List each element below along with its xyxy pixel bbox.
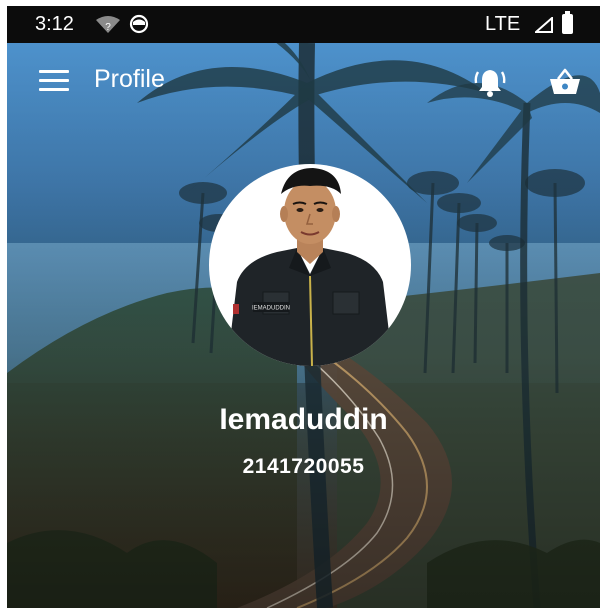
hamburger-menu-icon[interactable] <box>39 70 69 92</box>
signal-icon <box>533 15 553 38</box>
profile-name: Iemaduddin <box>219 403 388 436</box>
profile-id: 2141720055 <box>242 455 365 478</box>
status-bar: 3:12 ? LTE <box>7 6 600 43</box>
page-title: Profile <box>94 65 165 93</box>
basket-icon[interactable] <box>549 68 581 101</box>
status-time: 3:12 <box>35 13 74 35</box>
svg-text:?: ? <box>105 22 111 33</box>
wifi-unknown-icon: ? <box>95 16 121 39</box>
app-bar: Profile <box>7 43 600 117</box>
phone-screen: 3:12 ? LTE Profile IEMADUDDIN Iemaduddin… <box>7 6 600 608</box>
network-type: LTE <box>485 13 521 35</box>
profile-avatar: IEMADUDDIN <box>209 164 411 366</box>
name-badge: IEMADUDDIN <box>252 306 290 312</box>
app-notification-icon <box>129 14 149 39</box>
bell-ring-icon[interactable] <box>473 67 507 102</box>
battery-icon <box>562 11 573 34</box>
